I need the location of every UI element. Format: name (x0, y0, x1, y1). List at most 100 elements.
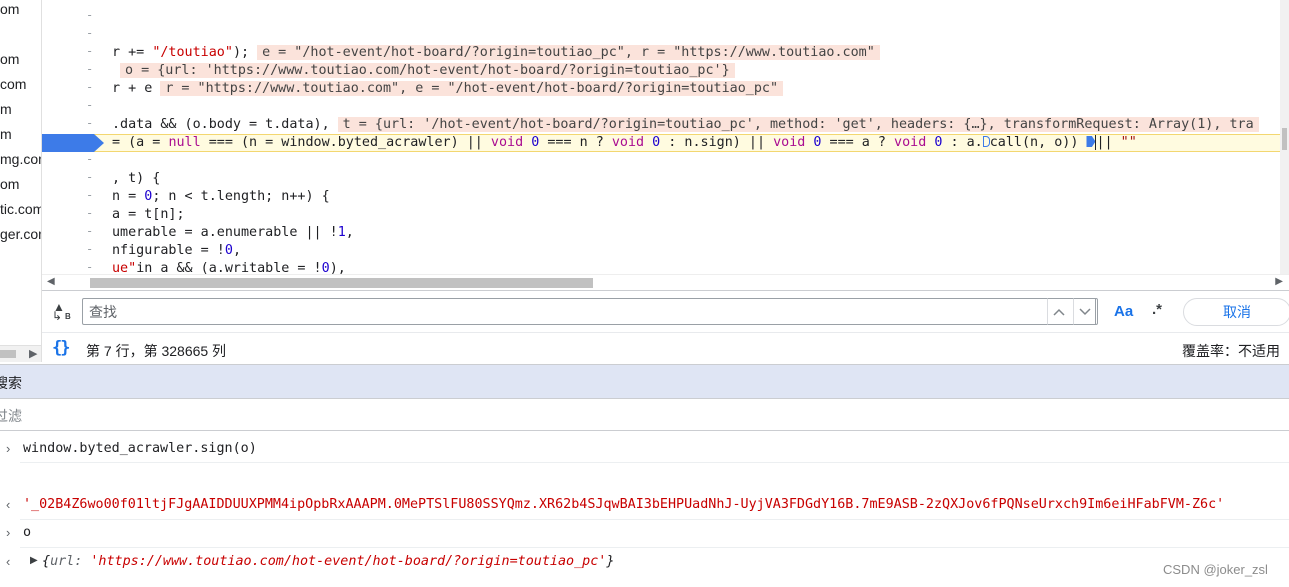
code-token: void (611, 135, 645, 150)
code-line[interactable]: , t) { (112, 170, 160, 188)
file-item[interactable]: m (0, 101, 12, 117)
cancel-button[interactable]: 取消 (1183, 298, 1289, 326)
code-token: === (n = window.byted_acrawler) || (200, 135, 491, 150)
code-token: a = t[n]; (112, 207, 185, 222)
console-filter-bar (0, 398, 1289, 431)
code-token: n = (112, 189, 145, 204)
next-match-button[interactable] (1073, 298, 1096, 325)
scroll-right-icon[interactable]: ▶ (1275, 276, 1283, 287)
file-item[interactable]: ger.con (0, 226, 41, 242)
console-input-row[interactable]: › o (0, 523, 1289, 543)
divider (20, 519, 1289, 520)
gutter-dash: - (86, 188, 94, 202)
code-token: || "" (1095, 135, 1137, 150)
console-panel[interactable]: › window.byted_acrawler.sign(o) ‹ '_02B4… (0, 431, 1289, 587)
file-item[interactable]: tic.com (0, 201, 41, 217)
continue-to-location-marker[interactable] (982, 136, 990, 147)
console-result-row[interactable]: ‹ ▶ {url: 'https://www.toutiao.com/hot-e… (0, 552, 1289, 572)
code-token: void (490, 135, 524, 150)
chevron-up-icon (1053, 308, 1065, 316)
gutter-dash: - (86, 260, 94, 274)
file-item[interactable]: mg.con (0, 151, 41, 167)
code-token: , (232, 243, 241, 258)
scrollbar-thumb[interactable] (1282, 128, 1287, 150)
search-input[interactable] (82, 298, 1098, 325)
code-line[interactable]: a = t[n]; (112, 206, 185, 224)
code-token: 1 (337, 225, 346, 240)
object-brace-close: } (606, 554, 615, 569)
editor-vertical-scrollbar[interactable] (1280, 0, 1289, 274)
code-token: === n ? (539, 135, 612, 150)
editor-horizontal-scrollbar[interactable]: ◀ ▶ (42, 274, 1289, 290)
code-token: = (a = (112, 135, 169, 150)
chevron-left-icon: ‹ (6, 554, 11, 569)
code-token: nfigurable = ! (112, 243, 225, 258)
console-command[interactable]: window.byted_acrawler.sign(o) (23, 441, 257, 456)
chevron-right-icon: › (6, 441, 11, 456)
match-case-toggle[interactable]: Aa (1114, 303, 1133, 320)
divider (20, 462, 1289, 463)
code-token: call(n, o)) (989, 135, 1087, 150)
code-token: , (345, 225, 354, 240)
console-result-row[interactable]: ‹ '_02B4Z6wo00f01ltjFJgAAIDDUUXPMM4ipOpb… (0, 495, 1289, 515)
scroll-right-icon[interactable]: ▶ (29, 347, 37, 360)
code-line[interactable]: r + e r = "https://www.toutiao.com", e = … (112, 80, 784, 98)
code-line[interactable]: r += "/toutiao"); e = "/hot-event/hot-boa… (112, 44, 880, 62)
code-line[interactable]: nfigurable = !0, (112, 242, 241, 260)
code-line[interactable]: = (a = null === (n = window.byted_acrawl… (112, 134, 1137, 152)
find-bar: ▲ ↳ B Aa .* 取消 (42, 290, 1289, 332)
code-token: umerable = a.enumerable || ! (112, 225, 338, 240)
filter-input[interactable] (0, 406, 594, 426)
breakpoint-marker[interactable] (42, 134, 104, 152)
code-token: : a. (942, 135, 983, 150)
gutter-dash: - (86, 8, 94, 22)
file-item[interactable]: om (0, 1, 19, 17)
file-item[interactable]: om (0, 176, 19, 192)
code-line[interactable]: n = 0; n < t.length; n++) { (112, 188, 330, 206)
scroll-left-icon[interactable]: ◀ (47, 276, 55, 287)
code-line[interactable]: o = {url: 'https://www.toutiao.com/hot-e… (112, 62, 735, 80)
code-line[interactable]: umerable = a.enumerable || !1, (112, 224, 354, 242)
code-token: .data && (o.body = t.data), (112, 117, 330, 132)
code-token: r += (112, 45, 153, 60)
expand-triangle-icon[interactable]: ▶ (30, 555, 38, 566)
code-token: ); (232, 45, 250, 60)
file-item[interactable]: com (0, 76, 26, 92)
code-token: ; n < t.length; n++) { (152, 189, 330, 204)
inline-variable-value: e = "/hot-event/hot-board/?origin=toutia… (257, 45, 880, 60)
divider (20, 547, 1289, 548)
inline-variable-value: o = {url: 'https://www.toutiao.com/hot-e… (120, 63, 735, 78)
file-navigator-scrollbar[interactable]: ▶ (0, 345, 42, 362)
code-line[interactable]: .data && (o.body = t.data), t = {url: '/h… (112, 116, 1259, 134)
object-value: 'https://www.toutiao.com/hot-event/hot-b… (90, 554, 607, 569)
watermark: CSDN @joker_zsl (1163, 562, 1268, 577)
code-token: 0 (224, 243, 233, 258)
gutter-dash: - (86, 80, 94, 94)
code-token: void (894, 135, 927, 150)
scrollbar-thumb[interactable] (90, 278, 593, 288)
code-token: : n.sign) || (660, 135, 774, 150)
gutter-dash: - (86, 116, 94, 130)
code-editor[interactable]: - - - - - - - - - - - - - - r += "/touti… (42, 0, 1289, 290)
gutter-dash: - (86, 206, 94, 220)
gutter-dash: - (86, 26, 94, 40)
file-item[interactable]: m (0, 126, 12, 142)
previous-match-button[interactable] (1047, 298, 1070, 325)
file-item[interactable]: om (0, 51, 19, 67)
scrollbar-thumb[interactable] (0, 350, 16, 358)
code-token: r + e (112, 81, 153, 96)
console-result[interactable]: '_02B4Z6wo00f01ltjFJgAAIDDUUXPMM4ipOpbRx… (23, 497, 1224, 512)
regex-toggle[interactable]: .* (1152, 301, 1162, 318)
console-input-row[interactable]: › window.byted_acrawler.sign(o) (0, 439, 1289, 459)
console-command[interactable]: o (23, 525, 31, 540)
tab-search[interactable]: 搜索 (0, 373, 22, 393)
drawer-tab-bar: 搜索 (0, 364, 1289, 398)
code-token: === a ? (821, 135, 895, 150)
code-token: , t) { (112, 171, 161, 186)
replace-toggle-icon[interactable]: ▲ ↳ B (52, 300, 74, 324)
pretty-print-icon[interactable]: {} (52, 338, 71, 358)
gutter-dash: - (86, 152, 94, 166)
gutter-dash: - (86, 62, 94, 76)
console-object-preview[interactable]: {url: 'https://www.toutiao.com/hot-event… (42, 554, 614, 569)
gutter-dash: - (86, 224, 94, 238)
